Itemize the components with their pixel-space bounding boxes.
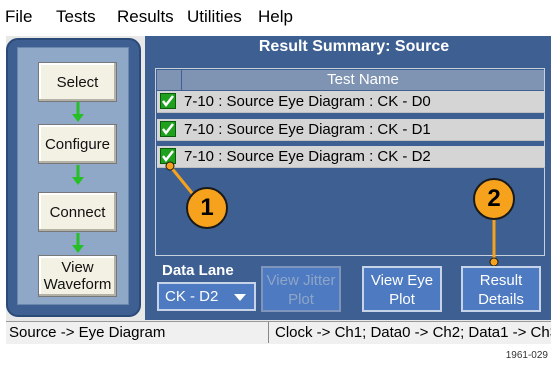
callout-2: 2	[473, 178, 515, 220]
data-lane-label: Data Lane	[162, 262, 234, 279]
status-right: Clock -> Ch1; Data0 -> Ch2; Data1 -> Ch3	[275, 324, 551, 341]
view-eye-plot-button[interactable]: View Eye Plot	[362, 266, 442, 312]
data-lane-value: CK - D2	[165, 288, 219, 305]
result-details-button[interactable]: Result Details	[461, 266, 541, 312]
callout-1: 1	[186, 187, 228, 229]
data-lane-dropdown[interactable]: CK - D2	[157, 282, 256, 311]
figure-id: 1961-029	[505, 350, 548, 361]
chevron-down-icon	[234, 294, 246, 301]
status-bar: Source -> Eye Diagram Clock -> Ch1; Data…	[6, 321, 551, 344]
view-jitter-plot-button[interactable]: View Jitter Plot	[261, 266, 341, 312]
status-left: Source -> Eye Diagram	[6, 322, 269, 343]
